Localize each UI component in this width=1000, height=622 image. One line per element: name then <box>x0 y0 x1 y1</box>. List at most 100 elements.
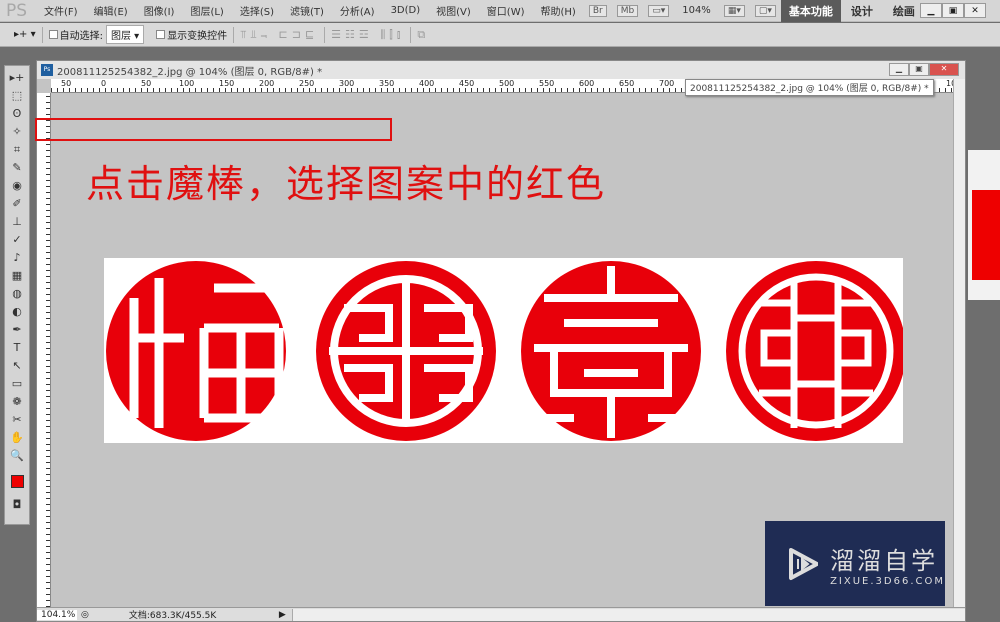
auto-select-dropdown[interactable]: 图层 ▾ <box>105 25 145 44</box>
horizontal-scrollbar[interactable] <box>291 608 965 621</box>
ruler-tick: 700 <box>659 79 675 88</box>
move-tool-preset-icon[interactable]: ▸+ ▾ <box>14 29 36 40</box>
menu-edit[interactable]: 编辑(E) <box>86 3 136 18</box>
show-transform-checkbox[interactable] <box>156 30 166 39</box>
ruler-tick: 150 <box>219 79 235 88</box>
lasso-tool-icon[interactable]: ʘ <box>13 105 22 123</box>
options-bar: ▸+ ▾ 自动选择: 图层 ▾ 显示变换控件 ⫪⫫⫬ ⊏⊐⊑ ☰☷☲ ⫼⫿⫾ ⧉ <box>0 23 1000 47</box>
menu-image[interactable]: 图像(I) <box>136 3 183 18</box>
foreground-color-swatch[interactable] <box>10 475 24 488</box>
brush-tool-icon[interactable]: ✐ <box>12 195 21 213</box>
path-selection-tool-icon[interactable]: ↖ <box>12 357 21 375</box>
status-bar: 104.1% ◎ 文档:683.3K/455.5K ▶ <box>37 607 965 621</box>
menu-window[interactable]: 窗口(W) <box>479 3 533 18</box>
minibridge-button[interactable]: Mb <box>616 4 639 17</box>
doc-maximize-icon[interactable]: ▣ <box>909 63 929 76</box>
minimize-icon[interactable]: ▁ <box>920 3 942 18</box>
workspace-design[interactable]: 设计 <box>841 3 883 19</box>
shape-tool-icon[interactable]: ▭ <box>12 375 22 393</box>
arrange-documents-button[interactable]: ▦▾ <box>723 4 745 17</box>
maximize-icon[interactable]: ▣ <box>942 3 964 18</box>
document-title: 200811125254382_2.jpg @ 104% (图层 0, RGB/… <box>57 66 323 78</box>
seal-fu <box>106 261 286 441</box>
menu-3d[interactable]: 3D(D) <box>383 5 429 16</box>
ruler-tick: 200 <box>259 79 275 88</box>
seal-shou <box>521 261 701 441</box>
menu-bar: PS 文件(F) 编辑(E) 图像(I) 图层(L) 选择(S) 滤镜(T) 分… <box>0 0 1000 22</box>
panel-thumbnail <box>972 190 1000 280</box>
ruler-tick: 600 <box>579 79 595 88</box>
zoom-tool-icon[interactable]: 🔍 <box>10 447 24 465</box>
clone-stamp-tool-icon[interactable]: ⊥ <box>12 213 22 231</box>
eraser-tool-icon[interactable]: ♪ <box>13 249 20 267</box>
auto-select-checkbox[interactable] <box>48 30 58 39</box>
history-brush-tool-icon[interactable]: ✓ <box>12 231 21 249</box>
document-tab[interactable]: Ps 200811125254382_2.jpg @ 104% (图层 0, R… <box>37 61 965 79</box>
quick-mask-icon[interactable]: ◘ <box>13 496 22 514</box>
menu-analysis[interactable]: 分析(A) <box>332 3 383 18</box>
vertical-scrollbar[interactable] <box>953 79 965 607</box>
align-buttons-icon[interactable]: ⫪⫫⫬ ⊏⊐⊑ <box>240 28 318 42</box>
ruler-tick: 250 <box>299 79 315 88</box>
watermark: 溜溜自学 ZIXUE.3D66.COM <box>765 521 945 606</box>
doc-close-icon[interactable]: ✕ <box>929 63 959 76</box>
workspace-painting[interactable]: 绘画 <box>883 3 925 19</box>
instruction-text: 点击魔棒，选择图案中的红色 <box>86 162 607 206</box>
seal-lu <box>316 261 496 441</box>
auto-select-value: 图层 <box>110 31 131 42</box>
auto-align-icon[interactable]: ⧉ <box>417 28 429 42</box>
magic-wand-tool-icon[interactable]: ✧ <box>12 123 21 141</box>
doc-minimize-icon[interactable]: ▁ <box>889 63 909 76</box>
document-window-controls: ▁ ▣ ✕ <box>889 63 959 76</box>
menu-view[interactable]: 视图(V) <box>428 3 479 18</box>
ruler-tick: 550 <box>539 79 555 88</box>
menu-file[interactable]: 文件(F) <box>36 3 86 18</box>
view-extras-button[interactable]: ▭▾ <box>648 4 670 17</box>
ruler-tick: 50 <box>61 79 72 88</box>
blur-tool-icon[interactable]: ◍ <box>12 285 22 303</box>
3d-orbit-tool-icon[interactable]: ✂ <box>12 411 21 429</box>
menu-layer[interactable]: 图层(L) <box>182 3 231 18</box>
ruler-tick: 350 <box>379 79 395 88</box>
ps-document-icon: Ps <box>41 64 53 76</box>
gradient-tool-icon[interactable]: ▦ <box>12 267 22 285</box>
ruler-tick: 650 <box>619 79 635 88</box>
ruler-tick: 450 <box>459 79 475 88</box>
ruler-tick: 500 <box>499 79 515 88</box>
bridge-button[interactable]: Br <box>588 4 607 17</box>
3d-rotate-tool-icon[interactable]: ❁ <box>12 393 21 411</box>
hand-tool-icon[interactable]: ✋ <box>10 429 24 447</box>
status-menu-arrow-icon[interactable]: ▶ <box>279 610 286 620</box>
tools-panel: ▸+ ⬚ ʘ ✧ ⌗ ✎ ◉ ✐ ⊥ ✓ ♪ ▦ ◍ ◐ ✒ T ↖ ▭ ❁ ✂… <box>4 65 30 525</box>
auto-select-label: 自动选择: <box>59 31 103 42</box>
marquee-tool-icon[interactable]: ⬚ <box>12 87 22 105</box>
window-controls: ▁ ▣ ✕ <box>920 3 986 18</box>
workspace-essentials[interactable]: 基本功能 <box>780 0 841 22</box>
type-tool-icon[interactable]: T <box>14 339 21 357</box>
ruler-tick: 400 <box>419 79 435 88</box>
menu-select[interactable]: 选择(S) <box>232 3 282 18</box>
canvas-image <box>104 258 906 443</box>
crop-tool-icon[interactable]: ⌗ <box>14 141 20 159</box>
status-zoom-icon[interactable]: ◎ <box>81 610 89 620</box>
screen-mode-button[interactable]: ▢▾ <box>754 4 776 17</box>
dodge-tool-icon[interactable]: ◐ <box>12 303 22 321</box>
distribute-buttons-icon[interactable]: ☰☷☲ ⫼⫿⫾ <box>331 28 404 42</box>
menu-filter[interactable]: 滤镜(T) <box>282 3 332 18</box>
eyedropper-tool-icon[interactable]: ✎ <box>12 159 21 177</box>
menu-help[interactable]: 帮助(H) <box>533 3 584 18</box>
divider <box>41 26 43 43</box>
close-icon[interactable]: ✕ <box>964 3 986 18</box>
pen-tool-icon[interactable]: ✒ <box>12 321 21 339</box>
seal-ji <box>726 261 906 441</box>
ruler-tick: 105 <box>946 79 953 88</box>
watermark-url: ZIXUE.3D66.COM <box>830 575 945 587</box>
zoom-level-dropdown[interactable]: 104% <box>674 5 719 16</box>
watermark-name: 溜溜自学 <box>830 546 939 575</box>
move-tool-icon[interactable]: ▸+ <box>10 69 25 87</box>
status-zoom[interactable]: 104.1% <box>37 609 77 620</box>
magic-wand-highlight-box <box>35 118 392 141</box>
red-seal-patterns <box>106 261 906 441</box>
healing-brush-tool-icon[interactable]: ◉ <box>12 177 22 195</box>
vertical-ruler <box>37 93 51 607</box>
